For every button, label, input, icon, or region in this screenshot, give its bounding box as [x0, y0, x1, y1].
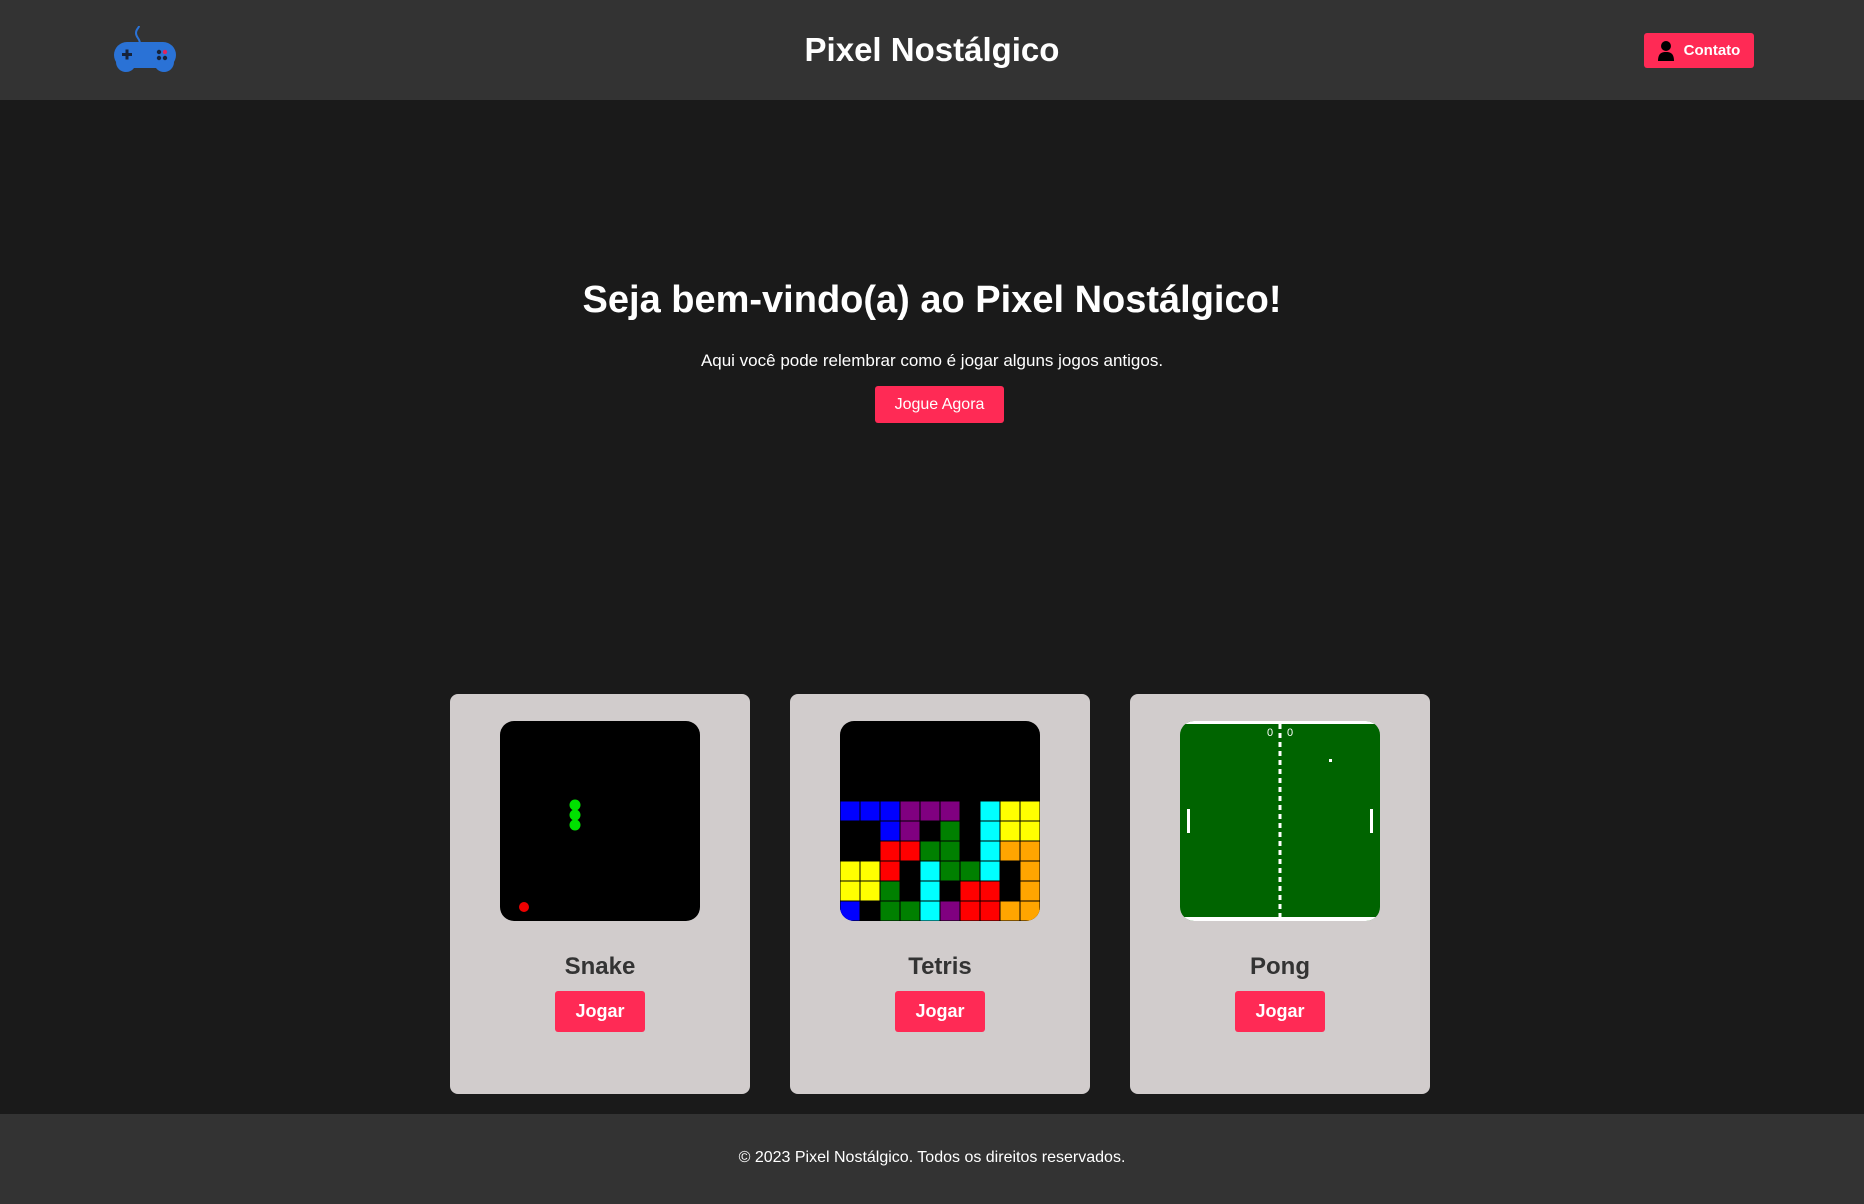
game-card-snake: Snake Jogar — [450, 694, 750, 1094]
copyright-text: © 2023 Pixel Nostálgico. Todos os direit… — [738, 1149, 1126, 1166]
site-header: Pixel Nostálgico Contato — [0, 0, 1864, 100]
game-card-pong: 0 0 Pong Jogar — [1130, 694, 1430, 1094]
site-title: Pixel Nostálgico — [804, 31, 1060, 68]
hero-subtitle: Aqui você pode relembrar como é jogar al… — [700, 351, 1164, 370]
snake-preview-image — [500, 721, 700, 921]
contact-button[interactable]: Contato — [1644, 33, 1754, 68]
pong-score-left: 0 — [1267, 727, 1273, 739]
play-pong-button[interactable]: Jogar — [1235, 991, 1325, 1032]
contact-label: Contato — [1683, 42, 1741, 59]
play-snake-button[interactable]: Jogar — [555, 991, 645, 1032]
tetris-preview-image — [840, 721, 1040, 921]
game-title: Pong — [1250, 953, 1310, 980]
hero-section: Seja bem-vindo(a) ao Pixel Nostálgico! A… — [0, 100, 1864, 660]
game-title: Snake — [564, 953, 636, 980]
game-card-tetris: Tetris Jogar — [790, 694, 1090, 1094]
play-now-button[interactable]: Jogue Agora — [875, 386, 1004, 423]
play-tetris-button[interactable]: Jogar — [895, 991, 985, 1032]
hero-title: Seja bem-vindo(a) ao Pixel Nostálgico! — [582, 279, 1282, 321]
user-icon — [1657, 40, 1674, 61]
game-title: Tetris — [908, 953, 972, 980]
site-footer: © 2023 Pixel Nostálgico. Todos os direit… — [0, 1114, 1864, 1204]
pong-preview-image: 0 0 — [1180, 721, 1380, 921]
pong-score-right: 0 — [1287, 727, 1293, 739]
